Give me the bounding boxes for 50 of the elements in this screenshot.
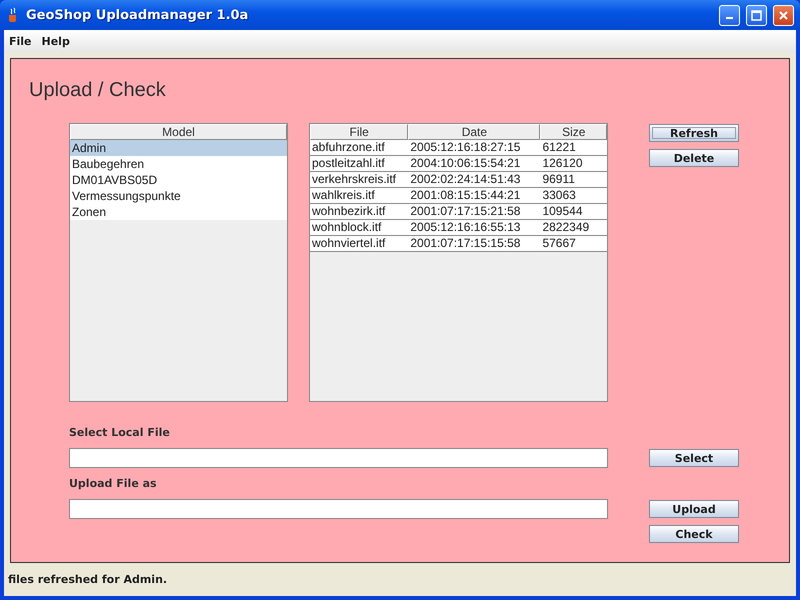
maximize-icon	[751, 10, 762, 20]
table-cell: 126120	[540, 156, 608, 172]
table-cell: verkehrskreis.itf	[310, 172, 408, 188]
model-row[interactable]: Zonen	[70, 204, 287, 220]
column-header[interactable]: Size	[540, 124, 608, 140]
table-cell: wohnblock.itf	[310, 220, 408, 236]
column-header[interactable]: Date	[408, 124, 540, 140]
table-cell: 57667	[540, 236, 608, 252]
field-label: Select Local File	[69, 426, 170, 440]
status-text: files refreshed for Admin.	[8, 573, 168, 586]
window-title: GeoShop Uploadmanager 1.0a	[26, 8, 250, 22]
table-cell: 2001:07:17:15:21:58	[408, 204, 540, 220]
check-button[interactable]: Check	[649, 525, 739, 543]
model-row[interactable]: Admin	[70, 140, 287, 156]
table-cell: wohnviertel.itf	[310, 236, 408, 252]
table-cell: 109544	[540, 204, 608, 220]
local-file-field[interactable]	[69, 448, 608, 468]
column-header[interactable]: Model	[70, 124, 287, 140]
menu-item[interactable]: Help	[36, 34, 75, 48]
column-header[interactable]: File	[310, 124, 408, 140]
table-cell: postleitzahl.itf	[310, 156, 408, 172]
upload-name-field[interactable]	[69, 499, 608, 519]
table-cell: 2005:12:16:16:55:13	[408, 220, 540, 236]
table-cell: abfuhrzone.itf	[310, 140, 408, 156]
maximize-button[interactable]	[746, 4, 767, 26]
table-cell: 61221	[540, 140, 608, 156]
panel-heading: Upload / Check	[29, 78, 166, 102]
model-row[interactable]: Baubegehren	[70, 156, 287, 172]
table-cell: 96911	[540, 172, 608, 188]
table-cell: 2004:10:06:15:54:21	[408, 156, 540, 172]
field-label: Upload File as	[69, 477, 157, 491]
table-cell: 33063	[540, 188, 608, 204]
close-icon	[778, 10, 789, 20]
menu-item[interactable]: File	[4, 34, 37, 48]
table-cell: wohnbezirk.itf	[310, 204, 408, 220]
close-button[interactable]	[773, 4, 794, 26]
model-row[interactable]: DM01AVBS05D	[70, 172, 287, 188]
model-row[interactable]: Vermessungspunkte	[70, 188, 287, 204]
table-cell: wahlkreis.itf	[310, 188, 408, 204]
table-cell: 2822349	[540, 220, 608, 236]
minimize-icon	[726, 17, 733, 19]
table-cell: 2001:07:17:15:15:58	[408, 236, 540, 252]
minimize-button[interactable]	[719, 4, 740, 26]
upload-button[interactable]: Upload	[649, 500, 739, 518]
table-cell: 2005:12:16:18:27:15	[408, 140, 540, 156]
table-cell: 2001:08:15:15:44:21	[408, 188, 540, 204]
select-button[interactable]: Select	[649, 449, 739, 467]
delete-button[interactable]: Delete	[649, 149, 739, 167]
table-cell: 2002:02:24:14:51:43	[408, 172, 540, 188]
refresh-button[interactable]: Refresh	[649, 124, 739, 142]
